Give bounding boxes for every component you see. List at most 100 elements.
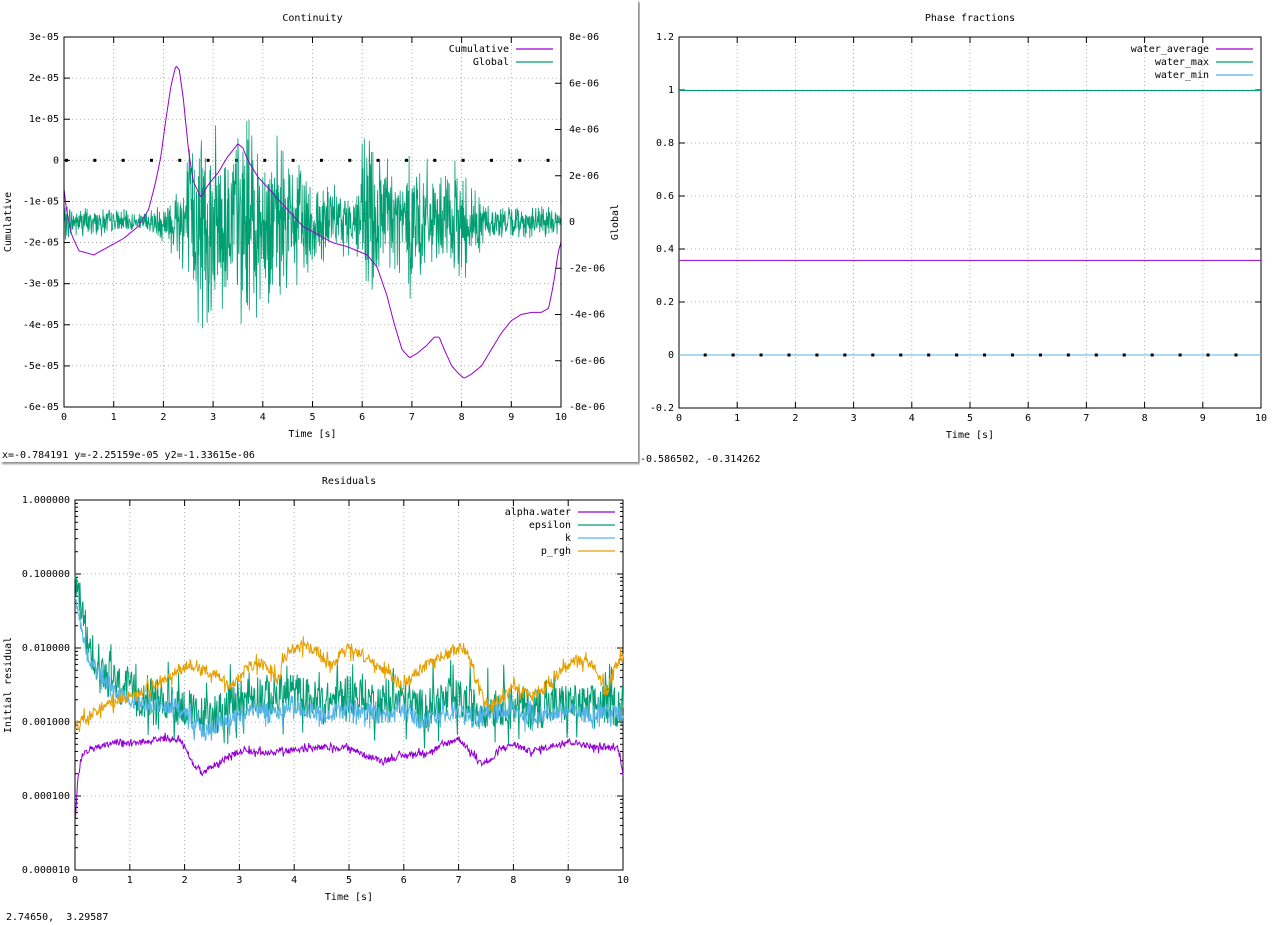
x-tick-label: 10 <box>555 412 567 423</box>
continuity-plot-window[interactable]: 0 1 2 3 4 5 6 7 8 9 10 -6e-05 -5e-05 -4e-05 -3e-05 -2e-… <box>0 0 638 462</box>
y-tick-label: 1e-05 <box>29 114 59 125</box>
status-readout: 2.74650, 3.29587 <box>6 912 109 923</box>
y2-tick-label: -2e-06 <box>569 263 605 274</box>
legend-label: water_average <box>1131 44 1209 55</box>
x-tick-label: 5 <box>346 875 352 886</box>
y2-tick-label: 8e-06 <box>569 32 599 43</box>
x-tick-label: 5 <box>309 412 315 423</box>
legend-label: Cumulative <box>449 44 509 55</box>
zero-line-dot <box>983 353 987 357</box>
zero-line-dot <box>899 353 903 357</box>
y-tick-label: 1.000000 <box>22 495 70 506</box>
x-tick-label: 4 <box>260 412 266 423</box>
legend-label: epsilon <box>529 520 571 531</box>
x-tick-label: 10 <box>1255 413 1267 424</box>
continuity-chart[interactable]: 0 1 2 3 4 5 6 7 8 9 10 -6e-05 -5e-05 -4e-05 -3e-05 -2e-… <box>0 0 638 450</box>
zero-line-dot <box>871 353 875 357</box>
chart-title: Continuity <box>282 13 342 24</box>
x-tick-label: 0 <box>676 413 682 424</box>
zero-line-dot <box>206 158 210 162</box>
zero-line-dot <box>1234 353 1238 357</box>
zero-line-dot <box>1038 353 1042 357</box>
x-tick-label: 4 <box>291 875 297 886</box>
zero-line-dot <box>1206 353 1210 357</box>
x-tick-label: 6 <box>1025 413 1031 424</box>
y-tick-label: 0.100000 <box>22 569 70 580</box>
y-tick-label: -3e-05 <box>23 279 59 290</box>
y2-tick-label: 0 <box>569 217 575 228</box>
x-tick-label: 9 <box>565 875 571 886</box>
y-tick-label: -4e-05 <box>23 320 59 331</box>
zero-line-dot <box>149 158 153 162</box>
x-tick-label: 9 <box>1200 413 1206 424</box>
x-tick-label: 2 <box>182 875 188 886</box>
x-tick-label: 6 <box>401 875 407 886</box>
x-tick-label: 1 <box>111 412 117 423</box>
zero-line-dot <box>64 158 68 162</box>
zero-line-dot <box>518 158 522 162</box>
plot-border <box>678 36 1262 409</box>
x-axis-label: Time [s] <box>946 430 994 441</box>
zero-line-dot <box>404 158 408 162</box>
y-tick-label: 0.000100 <box>22 791 70 802</box>
zero-line-dot <box>291 158 295 162</box>
legend-label: alpha.water <box>505 507 571 518</box>
y-tick-label: 1 <box>668 85 674 96</box>
y2-tick-label: -8e-06 <box>569 402 605 413</box>
y2-tick-label: -4e-06 <box>569 310 605 321</box>
zero-line-dot <box>731 353 735 357</box>
y-tick-label: 0.4 <box>656 244 674 255</box>
y-tick-label: -1e-05 <box>23 196 59 207</box>
x-tick-label: 2 <box>160 412 166 423</box>
chart-title: Residuals <box>322 476 376 487</box>
y2-tick-label: 4e-06 <box>569 125 599 136</box>
y2-tick-label: 6e-06 <box>569 78 599 89</box>
y2-axis-label: Global <box>610 204 621 240</box>
x-axis-label: Time [s] <box>288 429 336 440</box>
zero-line-dot <box>461 158 465 162</box>
y-tick-label: 0.8 <box>656 138 674 149</box>
x-tick-label: 1 <box>127 875 133 886</box>
zero-line-dot <box>1094 353 1098 357</box>
y-tick-label: 2e-05 <box>29 73 59 84</box>
residuals-chart[interactable]: 0 1 2 3 4 5 6 7 8 9 10 0.000010 0.000100 0.001000 0.01… <box>0 466 640 908</box>
y-tick-label: -5e-05 <box>23 361 59 372</box>
x-axis-label: Time [s] <box>325 892 373 903</box>
phase-fractions-chart[interactable]: 0 1 2 3 4 5 6 7 8 9 10-0.200.20.40.60.811.2Phase f… <box>640 0 1278 452</box>
y-tick-label: 0.000010 <box>22 865 70 876</box>
y-tick-label: 3e-05 <box>29 32 59 43</box>
y-tick-label: 0 <box>668 350 674 361</box>
zero-line-dot <box>263 158 267 162</box>
chart-title: Phase fractions <box>925 13 1015 24</box>
zero-line-dot <box>319 158 323 162</box>
zero-line-dot <box>121 158 125 162</box>
zero-line-dot <box>178 158 182 162</box>
zero-line-dot <box>815 353 819 357</box>
x-tick-label: 7 <box>456 875 462 886</box>
x-tick-label: 7 <box>409 412 415 423</box>
phase-fractions-plot-window[interactable]: 0 1 2 3 4 5 6 7 8 9 10 -0.2 0 0.2 0.4 0.6 0.8 1 1.2 Phase f… <box>640 0 1278 470</box>
y2-tick-label: 2e-06 <box>569 171 599 182</box>
y-axis-label: Initial residual <box>3 637 14 733</box>
zero-line-dot <box>787 353 791 357</box>
legend-label: Global <box>473 57 509 68</box>
residuals-plot-window[interactable]: 0 1 2 3 4 5 6 7 8 9 10 0.000010 0.000100 0.001000 0.01… <box>0 466 640 925</box>
legend-label: p_rgh <box>541 546 571 557</box>
y2-tick-label: -6e-06 <box>569 356 605 367</box>
legend-label: water_max <box>1155 57 1209 68</box>
x-tick-label: 2 <box>792 413 798 424</box>
x-tick-label: 7 <box>1083 413 1089 424</box>
status-readout: -0.586502, -0.314262 <box>640 454 761 465</box>
zero-line-dot <box>489 158 493 162</box>
x-tick-label: 1 <box>734 413 740 424</box>
status-readout: x=-0.784191 y=-2.25159e-05 y2=-1.33615e-… <box>2 450 255 461</box>
x-tick-label: 4 <box>909 413 915 424</box>
y-tick-label: 0.001000 <box>22 717 70 728</box>
zero-line-dot <box>1122 353 1126 357</box>
zero-line-dot <box>1178 353 1182 357</box>
x-tick-label: 0 <box>72 875 78 886</box>
y-tick-label: -6e-05 <box>23 402 59 413</box>
x-tick-label: 8 <box>1142 413 1148 424</box>
zero-line-dot <box>843 353 847 357</box>
y-tick-label: 1.2 <box>656 32 674 43</box>
